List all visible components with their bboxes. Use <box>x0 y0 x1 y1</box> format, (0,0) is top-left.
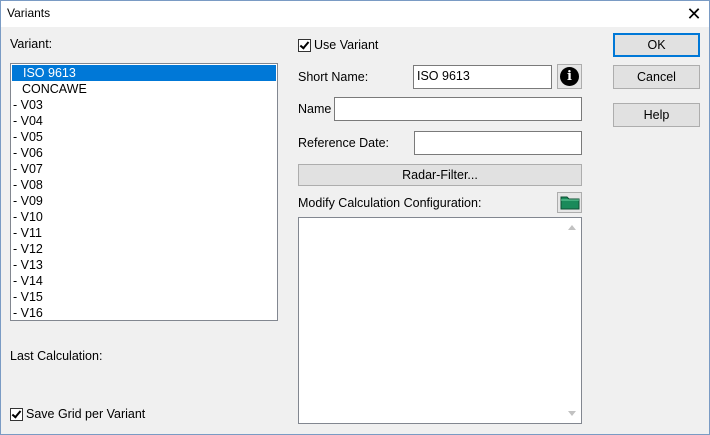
variant-list-item[interactable]: - V04 <box>11 113 277 129</box>
title-bar: Variants ✕ <box>1 1 709 27</box>
last-calculation-label: Last Calculation: <box>10 349 103 363</box>
save-grid-checkbox-row[interactable]: Save Grid per Variant <box>10 407 145 421</box>
variant-label: Variant: <box>10 37 53 51</box>
variant-list-item[interactable]: - V15 <box>11 289 277 305</box>
use-variant-checkbox-row[interactable]: Use Variant <box>298 38 378 52</box>
variant-list-item[interactable]: - V06 <box>11 145 277 161</box>
radar-filter-button[interactable]: Radar-Filter... <box>298 164 582 186</box>
info-button[interactable]: i <box>557 64 582 89</box>
variant-list-item[interactable]: - V09 <box>11 193 277 209</box>
modify-calc-label: Modify Calculation Configuration: <box>298 196 482 210</box>
modify-calc-textarea[interactable] <box>298 217 582 424</box>
save-grid-label: Save Grid per Variant <box>26 407 146 421</box>
window-title: Variants <box>7 6 51 20</box>
variant-list-item[interactable]: - V08 <box>11 177 277 193</box>
variant-list-item[interactable]: - V14 <box>11 273 277 289</box>
use-variant-label: Use Variant <box>314 38 379 52</box>
variants-dialog: Variants ✕ Variant: ISO 9613 CONCAWE - V03… <box>0 0 710 435</box>
variant-list-item[interactable]: - V10 <box>11 209 277 225</box>
help-button[interactable]: Help <box>613 103 700 127</box>
variant-list-item[interactable]: - V12 <box>11 241 277 257</box>
save-grid-checkbox[interactable] <box>10 407 23 421</box>
variant-list-item[interactable]: - V11 <box>11 225 277 241</box>
variant-list-item[interactable]: - V07 <box>11 161 277 177</box>
scroll-up-icon[interactable] <box>568 225 576 230</box>
use-variant-checkbox[interactable] <box>298 38 311 52</box>
variant-listbox[interactable]: ISO 9613 CONCAWE - V03- V04- V05- V06- V07… <box>10 63 278 321</box>
name-label: Name <box>298 102 332 116</box>
reference-date-input[interactable] <box>414 131 582 155</box>
short-name-input[interactable]: ISO 9613 <box>413 65 552 89</box>
ok-button[interactable]: OK <box>613 33 700 57</box>
folder-icon <box>560 196 579 210</box>
variant-list-item[interactable]: - V03 <box>11 97 277 113</box>
folder-button[interactable] <box>557 192 582 213</box>
variant-list-item[interactable]: - V13 <box>11 257 277 273</box>
close-icon[interactable]: ✕ <box>679 1 709 27</box>
variant-list-item[interactable]: ISO 9613 <box>12 65 276 81</box>
short-name-label: Short Name: <box>298 70 369 84</box>
reference-date-label: Reference Date: <box>298 136 390 150</box>
variant-list-item[interactable]: CONCAWE <box>11 81 277 97</box>
name-input[interactable] <box>334 97 582 121</box>
info-icon: i <box>560 67 579 86</box>
scroll-down-icon[interactable] <box>568 411 576 416</box>
textarea-scrollbar[interactable] <box>564 218 581 423</box>
variant-list-item[interactable]: - V05 <box>11 129 277 145</box>
cancel-button[interactable]: Cancel <box>613 65 700 89</box>
variant-list-item[interactable]: - V16 <box>11 305 277 320</box>
